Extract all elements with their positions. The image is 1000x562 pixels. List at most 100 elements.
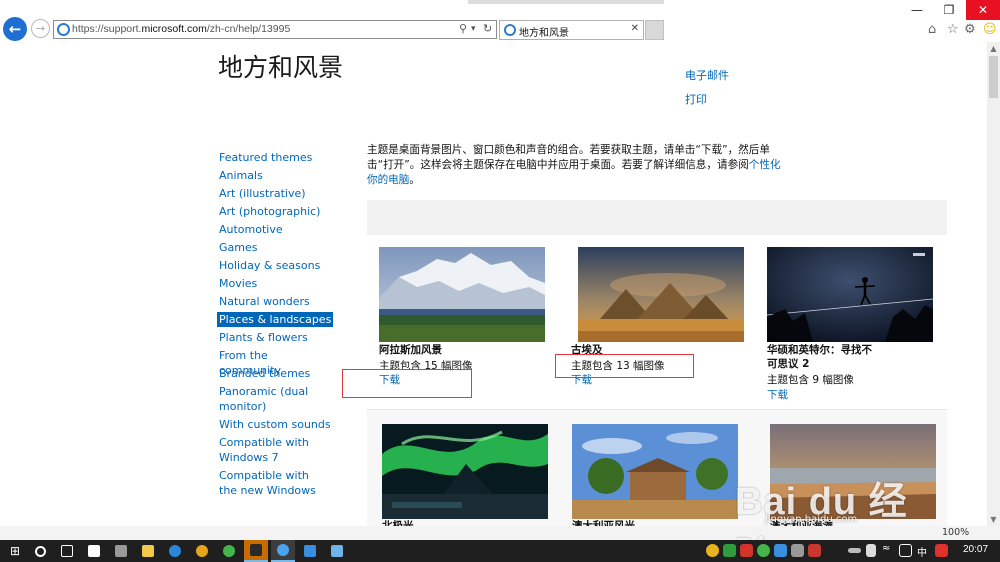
theme-name: 华硕和英特尔：寻找不可思议 2: [767, 344, 872, 370]
search-circle-icon: [34, 545, 46, 557]
close-tab-icon[interactable]: ✕: [631, 23, 639, 34]
new-tab-button[interactable]: [645, 20, 664, 40]
category-automotive[interactable]: Automotive: [217, 222, 333, 237]
tray-app-icon[interactable]: [723, 544, 736, 557]
restore-button[interactable]: ❐: [933, 0, 965, 20]
category-custom-sounds[interactable]: With custom sounds: [217, 417, 333, 432]
zoom-level[interactable]: 100%: [942, 527, 969, 538]
arrow-left-icon: ←: [8, 20, 22, 38]
taskbar-clock[interactable]: 20:07: [963, 544, 988, 555]
tab-title: 地方和风景: [519, 28, 569, 39]
forward-button[interactable]: →: [31, 19, 50, 38]
wechat-icon: [223, 545, 235, 557]
home-icon[interactable]: ⌂: [928, 22, 936, 37]
screen: ← → https://support.microsoft.com/zh-cn/…: [0, 0, 1000, 562]
sogou-ime-icon[interactable]: [935, 544, 948, 557]
asus-intel-thumbnail[interactable]: [767, 247, 933, 342]
expand-tray-icon[interactable]: [848, 548, 861, 553]
folder-icon: [142, 545, 154, 557]
search-icon[interactable]: ⚲: [459, 22, 467, 35]
notification-icon[interactable]: [899, 544, 912, 557]
tray-app-icon[interactable]: [774, 544, 787, 557]
tray-app-icon[interactable]: [706, 544, 719, 557]
theme-name: 北极光: [382, 520, 414, 526]
category-featured-themes[interactable]: Featured themes: [217, 150, 333, 165]
ie-logo-icon: [57, 23, 70, 36]
explorer-app[interactable]: [136, 540, 160, 562]
tray-app-icon[interactable]: [791, 544, 804, 557]
arrow-right-icon: →: [35, 22, 46, 35]
battery-icon[interactable]: [866, 544, 876, 557]
category-movies[interactable]: Movies: [217, 276, 333, 291]
app-orange[interactable]: [244, 540, 268, 562]
feedback-smiley-icon[interactable]: ☺: [983, 22, 997, 37]
category-plants-flowers[interactable]: Plants & flowers: [217, 330, 333, 345]
highlight-box: [555, 354, 694, 378]
category-windows-7[interactable]: Compatible with Windows 7: [217, 435, 309, 465]
aurora-thumbnail[interactable]: [382, 424, 548, 519]
theme-name: 阿拉斯加风景: [379, 344, 442, 356]
alaska-thumbnail[interactable]: [379, 247, 545, 342]
download-link[interactable]: 下载: [767, 387, 788, 402]
settings-app[interactable]: [298, 540, 322, 562]
ie-icon: [277, 544, 289, 556]
scrollbar-thumb[interactable]: [989, 56, 998, 98]
category-panoramic[interactable]: Panoramic (dual monitor): [217, 384, 329, 414]
email-link[interactable]: 电子邮件: [685, 67, 729, 83]
category-art-photographic[interactable]: Art (photographic): [217, 204, 333, 219]
wechat-app[interactable]: [217, 540, 241, 562]
info-banner: [367, 200, 947, 235]
category-branded-themes[interactable]: Branded themes: [217, 366, 333, 381]
page-title: 地方和风景: [218, 53, 344, 82]
ie-icon: [169, 545, 181, 557]
browser-icon: [196, 545, 208, 557]
tab-places-landscapes[interactable]: 地方和风景 ✕: [499, 20, 644, 40]
category-natural-wonders[interactable]: Natural wonders: [217, 294, 333, 309]
tray-app-icon[interactable]: [740, 544, 753, 557]
wifi-icon[interactable]: ≈: [882, 543, 895, 556]
favorites-star-icon[interactable]: ☆: [947, 22, 959, 37]
titlebar-strip: [468, 0, 664, 4]
category-games[interactable]: Games: [217, 240, 333, 255]
print-link[interactable]: 打印: [685, 91, 707, 107]
task-view-button[interactable]: [55, 540, 79, 562]
remote-app[interactable]: [325, 540, 349, 562]
store-app[interactable]: [82, 540, 106, 562]
close-window-button[interactable]: ✕: [966, 0, 1000, 20]
scroll-down-icon[interactable]: ▼: [987, 513, 1000, 526]
theme-image-count: 主题包含 9 幅图像: [767, 374, 854, 386]
app-icon: [250, 544, 262, 556]
store-icon: [88, 545, 100, 557]
settings-icon: [304, 545, 316, 557]
remote-icon: [331, 545, 343, 557]
australia-landscape-thumbnail[interactable]: [572, 424, 738, 519]
scroll-up-icon[interactable]: ▲: [987, 42, 1000, 55]
gear-icon[interactable]: ⚙: [964, 22, 976, 37]
dropdown-icon[interactable]: ▾: [471, 24, 476, 34]
intro-paragraph: 主题是桌面背景图片、窗口颜色和声音的组合。若要获取主题，请单击“下载”，然后单击…: [367, 144, 781, 186]
tray-wechat-icon[interactable]: [757, 544, 770, 557]
browser-toolbar: ← → https://support.microsoft.com/zh-cn/…: [0, 0, 1000, 42]
ie-app[interactable]: [163, 540, 187, 562]
category-new-windows[interactable]: Compatible with the new Windows: [217, 468, 323, 498]
back-button[interactable]: ←: [3, 17, 27, 41]
browser-app[interactable]: [190, 540, 214, 562]
ie-logo-icon: [504, 24, 516, 36]
address-bar[interactable]: https://support.microsoft.com/zh-cn/help…: [53, 20, 497, 39]
calculator-icon: [115, 545, 127, 557]
ie-active-app[interactable]: [271, 540, 295, 562]
refresh-icon[interactable]: ↻: [483, 22, 492, 35]
category-places-landscapes[interactable]: Places & landscapes: [217, 312, 333, 327]
ime-indicator[interactable]: 中: [917, 544, 927, 559]
category-animals[interactable]: Animals: [217, 168, 333, 183]
search-button[interactable]: [28, 540, 52, 562]
calculator-app[interactable]: [109, 540, 133, 562]
category-art-illustrative[interactable]: Art (illustrative): [217, 186, 333, 201]
egypt-thumbnail[interactable]: [578, 247, 744, 342]
scrollbar[interactable]: [987, 42, 1000, 526]
start-button[interactable]: ⊞: [3, 540, 27, 562]
category-holiday-seasons[interactable]: Holiday & seasons: [217, 258, 333, 273]
url-text[interactable]: https://support.microsoft.com/zh-cn/help…: [72, 23, 290, 35]
minimize-button[interactable]: —: [901, 0, 933, 20]
tray-app-icon[interactable]: [808, 544, 821, 557]
